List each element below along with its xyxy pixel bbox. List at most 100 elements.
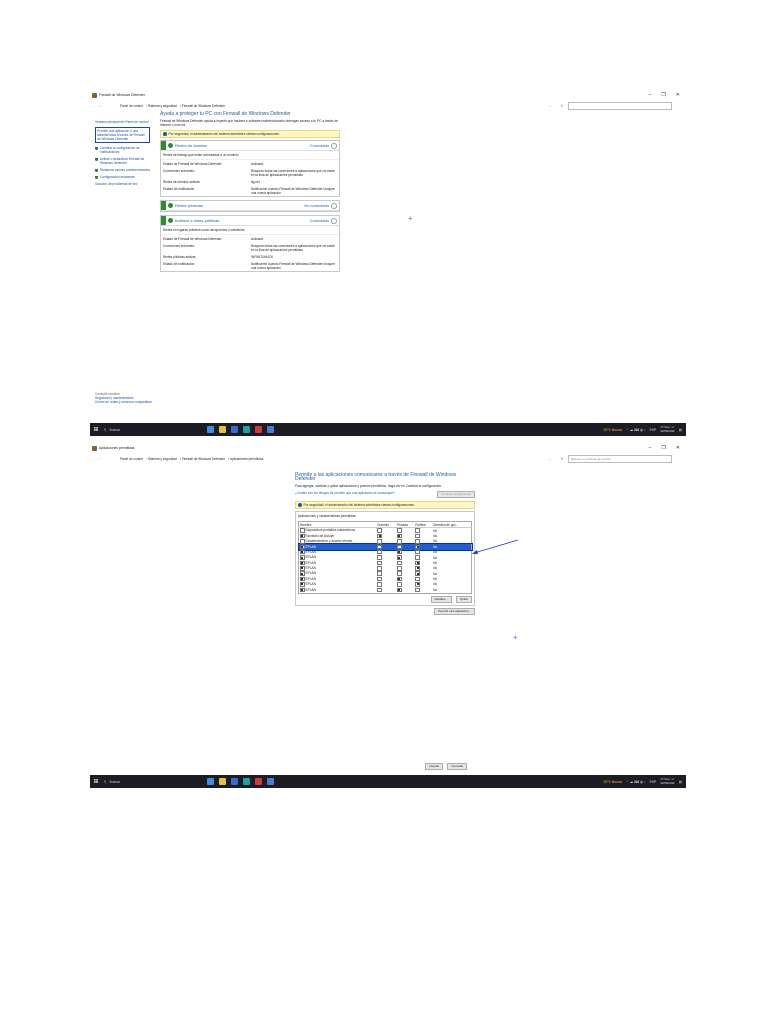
taskbar-app-icon[interactable]	[243, 778, 250, 785]
app-enabled-checkbox[interactable]	[300, 587, 305, 593]
clock[interactable]: 17:50 p. m. 22/08/2022	[660, 777, 674, 785]
notification-icon[interactable]: ▤	[679, 428, 682, 432]
refresh-icon[interactable]: ↻	[556, 457, 568, 461]
tray-icons[interactable]: ⌃ ☁ ⌨ ◍ ♪	[626, 428, 646, 432]
public-checkbox[interactable]	[415, 549, 420, 555]
private-checkbox[interactable]	[396, 528, 402, 533]
sidebar-link[interactable]: Configuración avanzada	[95, 175, 150, 179]
breadcrumb-item[interactable]: Panel de control	[120, 104, 143, 108]
domain-checkbox[interactable]	[377, 539, 382, 544]
minimize-button[interactable]: –	[649, 445, 652, 451]
app-enabled-checkbox[interactable]	[300, 528, 305, 533]
domain-checkbox[interactable]	[377, 582, 382, 587]
change-settings-button[interactable]: Cambiar configuración	[436, 491, 475, 498]
search-input[interactable]: Buscar en el Panel de control	[568, 455, 672, 463]
app-enabled-checkbox[interactable]	[300, 566, 305, 571]
private-checkbox[interactable]	[396, 576, 402, 582]
maximize-button[interactable]: ❐	[661, 445, 665, 451]
domain-checkbox[interactable]	[377, 566, 382, 571]
private-checkbox[interactable]	[396, 566, 402, 571]
taskbar-app-icon[interactable]	[267, 426, 274, 433]
sidebar-link[interactable]: Ventana principal del Panel de control	[95, 120, 150, 124]
public-checkbox[interactable]	[415, 560, 420, 566]
private-checkbox[interactable]	[396, 587, 402, 593]
taskbar-app-icon[interactable]	[267, 778, 274, 785]
taskbar-app-icon[interactable]	[255, 426, 262, 433]
details-button[interactable]: Detalles...	[430, 595, 452, 603]
private-checkbox[interactable]	[396, 560, 402, 566]
ok-button[interactable]: Aceptar	[425, 763, 444, 770]
app-enabled-checkbox[interactable]	[300, 544, 305, 550]
cancel-button[interactable]: Cancelar	[447, 763, 468, 770]
sidebar-link[interactable]: Solución de problemas de red	[95, 182, 150, 186]
network-header[interactable]: Redes privadas No conectado	[161, 201, 339, 211]
taskbar-app-icon[interactable]	[219, 426, 226, 433]
app-enabled-checkbox[interactable]	[300, 539, 305, 544]
taskbar-app-icon[interactable]	[231, 778, 238, 785]
taskbar-app-icon[interactable]	[231, 426, 238, 433]
network-header[interactable]: Redes de dominio Conectado	[161, 141, 339, 151]
public-checkbox[interactable]	[415, 566, 420, 571]
private-checkbox[interactable]	[396, 539, 402, 544]
public-checkbox[interactable]	[415, 528, 420, 533]
taskbar-app-icon[interactable]	[255, 778, 262, 785]
clock[interactable]: 17:50 p. m. 22/08/2022	[660, 425, 674, 433]
chevron-down-icon[interactable]: ⌄	[544, 457, 556, 461]
breadcrumb-item[interactable]: Sistema y seguridad	[148, 457, 177, 461]
app-enabled-checkbox[interactable]	[300, 549, 305, 555]
close-button[interactable]: ✕	[676, 92, 680, 98]
sidebar-link[interactable]: Restaurar valores predeterminados	[95, 168, 150, 172]
public-checkbox[interactable]	[415, 582, 420, 587]
taskbar-app-icon[interactable]	[207, 778, 214, 785]
sidebar-link[interactable]: Activar o desactivar Firewall de Windows…	[95, 157, 150, 165]
breadcrumb-item[interactable]: Sistema y seguridad	[148, 104, 177, 108]
public-checkbox[interactable]	[415, 544, 420, 550]
table-row[interactable]: EPLAN No	[299, 587, 472, 593]
windows-start-icon[interactable]: ⊞	[90, 426, 102, 433]
app-enabled-checkbox[interactable]	[300, 576, 305, 582]
domain-checkbox[interactable]	[377, 528, 382, 533]
taskbar-app-icon[interactable]	[219, 778, 226, 785]
taskbar-search[interactable]: ⚲ Buscar	[102, 780, 187, 784]
app-enabled-checkbox[interactable]	[300, 555, 305, 560]
chevron-icon[interactable]	[331, 142, 337, 149]
windows-start-icon[interactable]: ⊞	[90, 778, 102, 785]
weather-widget[interactable]: 29°C Bruma	[603, 428, 622, 432]
close-button[interactable]: ✕	[676, 445, 680, 451]
breadcrumb-item[interactable]: Aplicaciones permitidas	[230, 457, 263, 461]
domain-checkbox[interactable]	[377, 560, 382, 566]
nav-arrows[interactable]: ← → ↑	[90, 457, 120, 461]
taskbar-app-icon[interactable]	[243, 426, 250, 433]
network-header[interactable]: Invitado o redes públicas Conectado	[161, 216, 339, 226]
domain-checkbox[interactable]	[377, 555, 382, 560]
search-input[interactable]	[568, 102, 672, 110]
chevron-icon[interactable]	[331, 217, 337, 224]
domain-checkbox[interactable]	[377, 576, 382, 582]
domain-checkbox[interactable]	[377, 544, 382, 550]
private-checkbox[interactable]	[396, 533, 402, 539]
domain-checkbox[interactable]	[377, 587, 382, 593]
weather-widget[interactable]: 29°C Bruma	[603, 780, 622, 784]
taskbar-search[interactable]: ⚲ Buscar	[102, 428, 187, 432]
private-checkbox[interactable]	[396, 582, 402, 587]
taskbar-app-icon[interactable]	[207, 426, 214, 433]
app-enabled-checkbox[interactable]	[300, 582, 305, 587]
public-checkbox[interactable]	[415, 571, 420, 576]
domain-checkbox[interactable]	[377, 533, 382, 539]
public-checkbox[interactable]	[415, 539, 420, 544]
breadcrumb[interactable]: Panel de control › Sistema y seguridad › F…	[120, 104, 544, 108]
public-checkbox[interactable]	[415, 587, 420, 593]
minimize-button[interactable]: –	[649, 92, 652, 98]
notification-icon[interactable]: ▤	[679, 780, 682, 784]
sidebar-link[interactable]: Permitir una aplicación o una caracterís…	[95, 127, 150, 143]
breadcrumb-item[interactable]: Firewall de Windows Defender	[182, 104, 225, 108]
public-checkbox[interactable]	[415, 576, 420, 582]
nav-arrows[interactable]: ← → ↑	[90, 104, 120, 108]
risk-link[interactable]: ¿Cuáles son los riesgos de permitir que …	[295, 491, 395, 498]
sidebar-link[interactable]: Cambiar la configuración de notificacion…	[95, 146, 150, 154]
domain-checkbox[interactable]	[377, 549, 382, 555]
app-enabled-checkbox[interactable]	[300, 571, 305, 576]
app-enabled-checkbox[interactable]	[300, 533, 305, 539]
chevron-icon[interactable]	[331, 202, 337, 209]
public-checkbox[interactable]	[415, 533, 420, 539]
